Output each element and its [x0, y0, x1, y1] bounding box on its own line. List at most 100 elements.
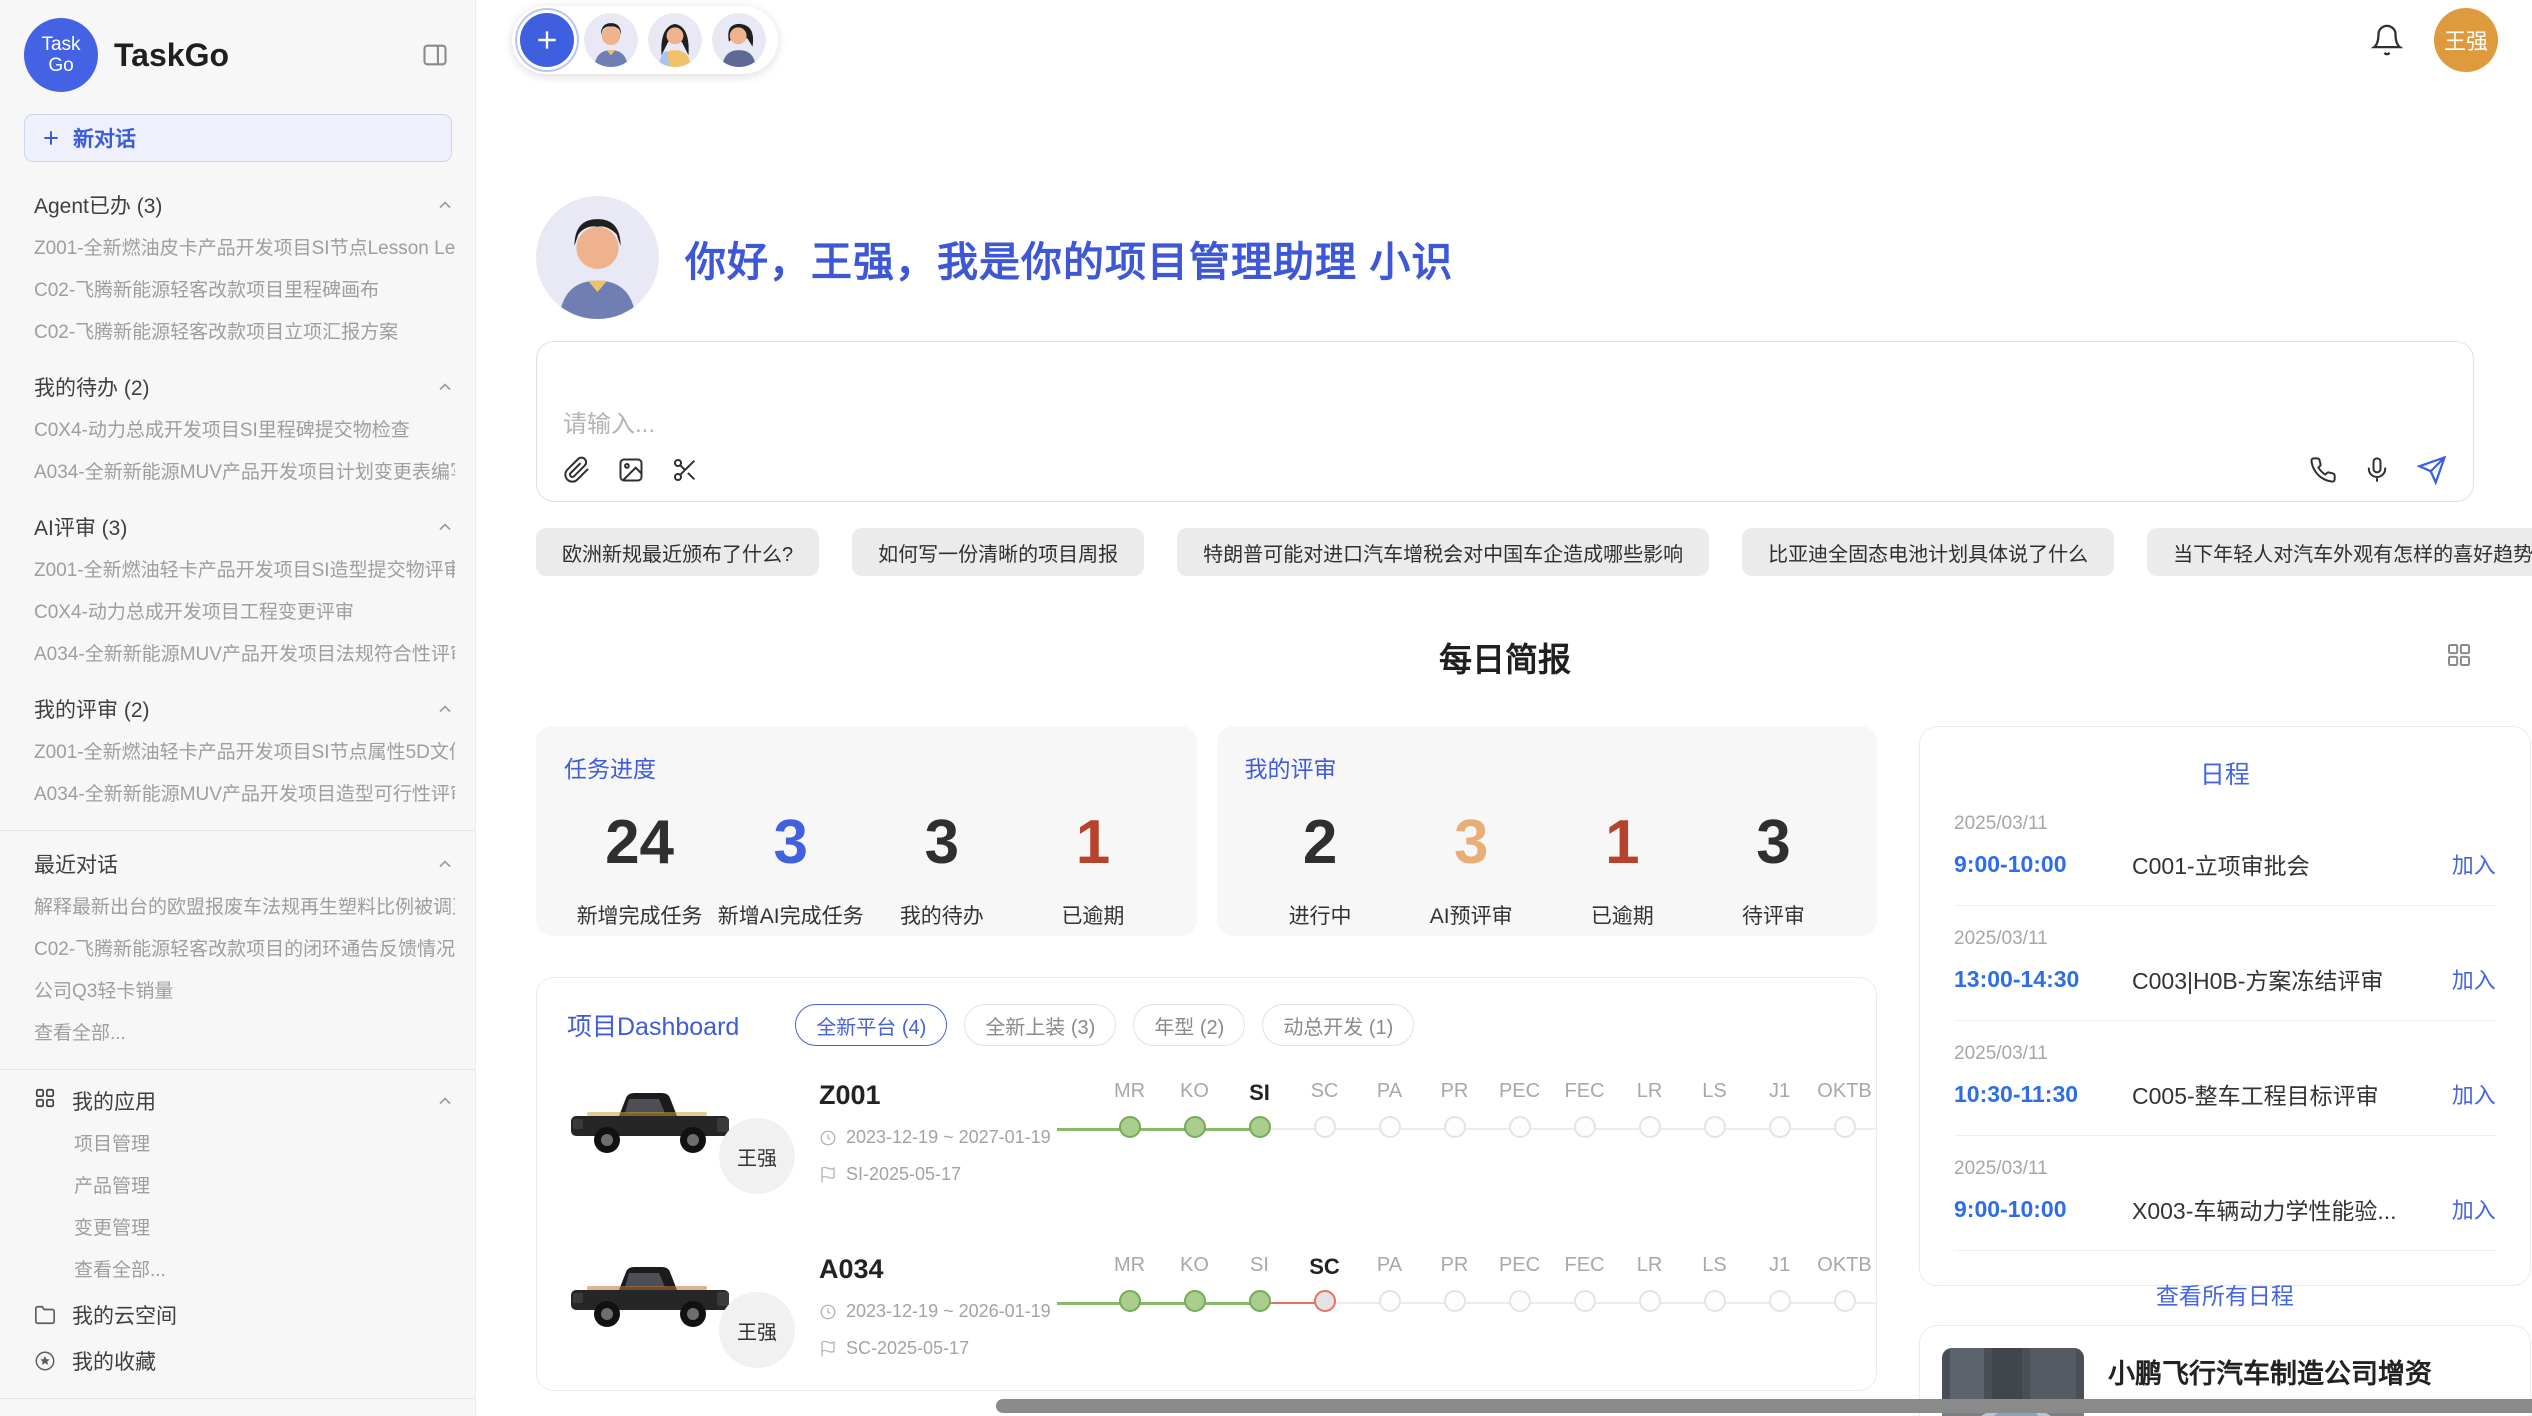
project-row-a034[interactable]: 王强 A034 2023-12-19 ~ 2026-01-19 — [567, 1252, 1846, 1382]
app-item-project[interactable]: 项目管理 — [34, 1124, 455, 1166]
sidebar-task-item[interactable]: Z001-全新燃油轻卡产品开发项目SI造型提交物评审 — [34, 550, 455, 592]
section-recent-chats[interactable]: 最近对话 — [34, 841, 455, 887]
stat-review-overdue: 1 已逾期 — [1547, 804, 1698, 930]
join-link[interactable]: 加入 — [2452, 963, 2496, 995]
milestone-label: SC — [1292, 1080, 1357, 1106]
tab-powertrain[interactable]: 动总开发 (1) — [1262, 1004, 1414, 1046]
topbar-right: 王强 — [2370, 8, 2498, 72]
sidebar-task-item[interactable]: C02-飞腾新能源轻客改款项目里程碑画布 — [34, 270, 455, 312]
star-circle-icon — [34, 1350, 56, 1372]
chevron-up-icon[interactable] — [435, 195, 455, 215]
apps-view-all[interactable]: 查看全部... — [34, 1250, 455, 1292]
screenshot-scissors-icon[interactable] — [671, 456, 699, 484]
truck-image — [567, 1260, 735, 1336]
milestone-label: OKTB — [1812, 1080, 1877, 1106]
chevron-up-icon[interactable] — [435, 854, 455, 874]
milestone-dot — [1357, 1290, 1422, 1312]
section-agent-done[interactable]: Agent已办 (3) — [34, 182, 455, 228]
greeting: 你好，王强，我是你的项目管理助理 小识 — [536, 196, 2474, 319]
view-all-schedule-link[interactable]: 查看所有日程 — [1954, 1277, 2496, 1311]
tab-year-model[interactable]: 年型 (2) — [1133, 1004, 1245, 1046]
project-dates: 2023-12-19 ~ 2027-01-19 — [819, 1127, 1057, 1148]
suggestion-chip[interactable]: 欧洲新规最近颁布了什么? — [536, 528, 819, 576]
join-link[interactable]: 加入 — [2452, 848, 2496, 880]
horizontal-scrollbar[interactable] — [996, 1399, 2532, 1413]
assistant-avatar-1[interactable] — [584, 13, 638, 67]
layout-grid-icon[interactable] — [2444, 640, 2474, 670]
assistant-avatar-3[interactable] — [712, 13, 766, 67]
app-item-product[interactable]: 产品管理 — [34, 1166, 455, 1208]
milestone-track: MR KO SI SC PA PR PEC FEC LR LS — [1057, 1252, 1877, 1316]
project-owner-badge: 王强 — [719, 1292, 795, 1368]
voice-call-icon[interactable] — [2309, 456, 2337, 484]
chevron-up-icon[interactable] — [435, 517, 455, 537]
sidebar-item-favorites[interactable]: 我的收藏 — [34, 1338, 455, 1384]
event-date: 2025/03/11 — [1954, 813, 2496, 835]
microphone-icon[interactable] — [2363, 456, 2391, 484]
apps-grid-icon — [34, 1087, 56, 1115]
section-my-review[interactable]: 我的评审 (2) — [34, 686, 455, 732]
card-title: 任务进度 — [564, 750, 1169, 784]
recent-chat-item[interactable]: C02-飞腾新能源轻客改款项目的闭环通告反馈情况 — [34, 929, 455, 971]
chevron-up-icon[interactable] — [435, 377, 455, 397]
suggestion-chip[interactable]: 特朗普可能对进口汽车增税会对中国车企造成哪些影响 — [1177, 528, 1709, 576]
join-link[interactable]: 加入 — [2452, 1078, 2496, 1110]
sidebar-task-item[interactable]: C02-飞腾新能源轻客改款项目立项汇报方案 — [34, 312, 455, 354]
event-date: 2025/03/11 — [1954, 928, 2496, 950]
join-link[interactable]: 加入 — [2452, 1193, 2496, 1225]
new-chat-button[interactable]: 新对话 — [24, 114, 452, 162]
sidebar-item-cloud[interactable]: 我的云空间 — [34, 1292, 455, 1338]
sidebar-task-item[interactable]: C0X4-动力总成开发项目工程变更评审 — [34, 592, 455, 634]
recent-chat-item[interactable]: 公司Q3轻卡销量 — [34, 971, 455, 1013]
tab-new-platform[interactable]: 全新平台 (4) — [795, 1004, 947, 1046]
tab-new-body[interactable]: 全新上装 (3) — [964, 1004, 1116, 1046]
send-icon[interactable] — [2417, 455, 2447, 485]
add-assistant-button[interactable] — [520, 13, 574, 67]
attachment-icon[interactable] — [563, 456, 591, 484]
event-name: C003|H0B-方案冻结评审 — [2132, 962, 2452, 996]
app-item-change[interactable]: 变更管理 — [34, 1208, 455, 1250]
sidebar-task-item[interactable]: A034-全新新能源MUV产品开发项目计划变更表编写 — [34, 452, 455, 494]
project-media: 王强 — [567, 1252, 819, 1382]
recent-view-all[interactable]: 查看全部... — [34, 1013, 455, 1055]
milestone-dot — [1682, 1116, 1747, 1138]
stats-cards: 任务进度 24 新增完成任务 3 新增AI完成任务 — [536, 726, 1877, 936]
section-my-apps[interactable]: 我的应用 — [34, 1078, 455, 1124]
milestone-label: PR — [1422, 1080, 1487, 1106]
milestone-label: LS — [1682, 1254, 1747, 1280]
my-review-card: 我的评审 2 进行中 3 AI预评审 — [1217, 726, 1878, 936]
sidebar-task-item[interactable]: Z001-全新燃油皮卡产品开发项目SI节点Lesson Learn报告 — [34, 228, 455, 270]
suggestion-chip[interactable]: 比亚迪全固态电池计划具体说了什么 — [1742, 528, 2114, 576]
event-name: C001-立项审批会 — [2132, 847, 2452, 881]
user-avatar[interactable]: 王强 — [2434, 8, 2498, 72]
chevron-up-icon[interactable] — [435, 1091, 455, 1111]
section-my-todo[interactable]: 我的待办 (2) — [34, 364, 455, 410]
schedule-title: 日程 — [1954, 755, 2496, 791]
logo-text-bottom: Go — [48, 55, 73, 76]
milestone-dot — [1617, 1290, 1682, 1312]
sidebar-task-item[interactable]: A034-全新新能源MUV产品开发项目造型可行性评审 — [34, 774, 455, 816]
recent-chat-item[interactable]: 解释最新出台的欧盟报废车法规再生塑料比例被调至15%... — [34, 887, 455, 929]
main-area: 王强 你好，王强，我是你的项目管理助理 小识 请输入... — [476, 0, 2532, 1416]
sidebar-task-item[interactable]: A034-全新新能源MUV产品开发项目法规符合性评审 — [34, 634, 455, 676]
notification-bell-icon[interactable] — [2370, 23, 2404, 57]
milestone-label: MR — [1097, 1080, 1162, 1106]
project-row-z001[interactable]: 王强 Z001 2023-12-19 ~ 2027-01-19 — [567, 1078, 1846, 1208]
chevron-up-icon[interactable] — [435, 699, 455, 719]
sidebar-task-item[interactable]: C0X4-动力总成开发项目SI里程碑提交物检查 — [34, 410, 455, 452]
suggestion-chip[interactable]: 当下年轻人对汽车外观有怎样的喜好趋势 — [2147, 528, 2532, 576]
composer[interactable]: 请输入... — [536, 341, 2474, 502]
milestone-label: KO — [1162, 1254, 1227, 1280]
sidebar-item-ai-staff[interactable]: AI超级员工 — [34, 1403, 455, 1416]
section-ai-review[interactable]: AI评审 (3) — [34, 504, 455, 550]
sidebar-sections: Agent已办 (3) Z001-全新燃油皮卡产品开发项目SI节点Lesson … — [0, 162, 475, 1416]
divider — [0, 830, 475, 831]
assistant-avatar-2[interactable] — [648, 13, 702, 67]
milestone-dot — [1812, 1116, 1877, 1138]
divider — [0, 1069, 475, 1070]
composer-toolbar — [563, 455, 2447, 485]
sidebar-collapse-icon[interactable] — [421, 41, 449, 69]
image-upload-icon[interactable] — [617, 456, 645, 484]
sidebar-task-item[interactable]: Z001-全新燃油轻卡产品开发项目SI节点属性5D文件评审 — [34, 732, 455, 774]
suggestion-chip[interactable]: 如何写一份清晰的项目周报 — [852, 528, 1144, 576]
